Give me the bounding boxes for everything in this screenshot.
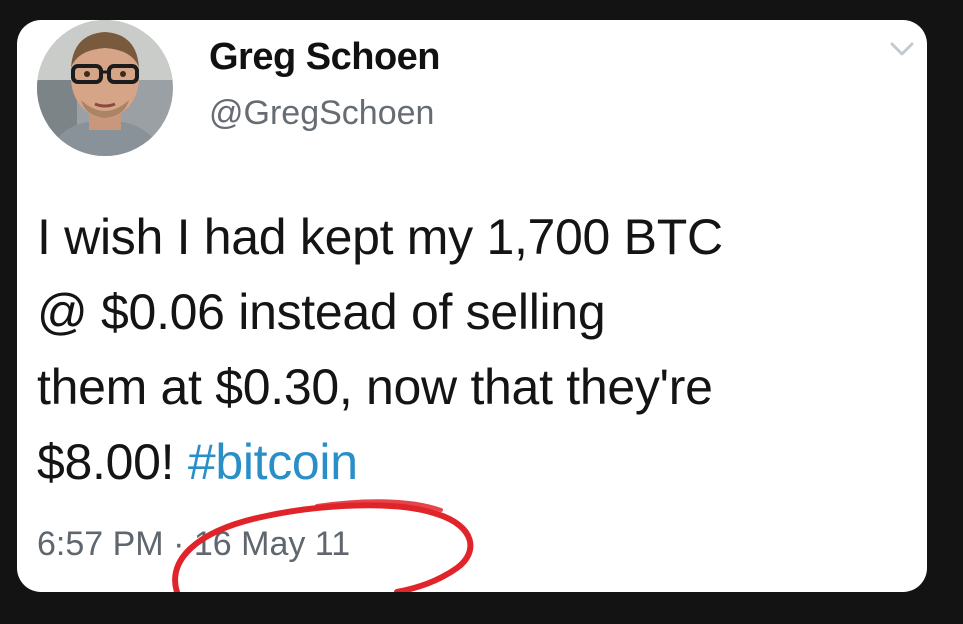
hashtag-link[interactable]: #bitcoin [188,434,358,490]
tweet-timestamp[interactable]: 6:57 PM · 16 May 11 [37,525,350,564]
tweet-text-line: $8.00! #bitcoin [37,425,917,500]
timestamp-separator: · [173,525,185,563]
tweet-text-line: @ $0.06 instead of selling [37,284,606,340]
tweet-time: 6:57 PM [37,525,164,563]
avatar-photo [37,20,173,156]
tweet-date: 16 May 11 [193,525,351,563]
tweet-text: I wish I had kept my 1,700 BTC @ $0.06 i… [37,200,917,500]
tweet-text-fragment: $8.00! [37,434,188,490]
author-display-name[interactable]: Greg Schoen [209,36,441,79]
tweet-text-line: them at $0.30, now that they're [37,359,713,415]
author-handle[interactable]: @GregSchoen [209,94,434,133]
avatar[interactable] [37,20,173,156]
tweet-card: Greg Schoen @GregSchoen I wish I had kep… [17,20,927,592]
chevron-down-icon[interactable] [889,36,915,62]
tweet-text-line: I wish I had kept my 1,700 BTC [37,209,723,265]
